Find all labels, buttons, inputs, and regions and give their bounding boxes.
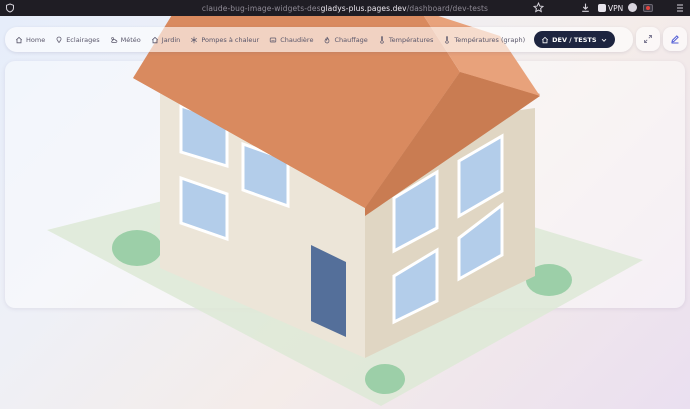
fullscreen-button[interactable] bbox=[636, 27, 660, 51]
bush bbox=[365, 364, 405, 394]
download-icon[interactable] bbox=[580, 2, 591, 13]
nav-label: Chauffage bbox=[334, 35, 368, 44]
nav-item-chaudiere[interactable]: Chaudière bbox=[264, 31, 318, 48]
nav-label: Températures bbox=[388, 35, 434, 44]
extension-badge-icon[interactable] bbox=[643, 4, 653, 12]
nav-label: Chaudière bbox=[280, 35, 314, 44]
boiler-icon bbox=[270, 37, 277, 42]
nav-item-meteo[interactable]: Météo bbox=[105, 31, 146, 48]
url-host: gladys-plus.pages.dev bbox=[320, 3, 407, 13]
cloud-sun-icon bbox=[110, 36, 117, 43]
nav-label: DEV / TESTS bbox=[552, 35, 597, 44]
thermometer-icon bbox=[445, 35, 450, 44]
edit-icon bbox=[671, 35, 679, 44]
nav-bar: Home Eclairages Météo Jardin Pompes à ch… bbox=[5, 27, 633, 52]
bush bbox=[112, 230, 162, 266]
edit-button[interactable] bbox=[663, 27, 687, 51]
menu-icon[interactable] bbox=[676, 3, 684, 13]
nav-item-dev-tests[interactable]: DEV / TESTS bbox=[534, 31, 615, 48]
nav-item-pompes[interactable]: Pompes à chaleur bbox=[185, 31, 264, 48]
chevron-down-icon bbox=[601, 38, 606, 42]
extension-icon[interactable] bbox=[628, 3, 637, 12]
home-icon bbox=[15, 36, 23, 43]
url-prefix: claude-bug-image-widgets-des bbox=[201, 3, 321, 13]
nav-label: Températures (graph) bbox=[454, 35, 526, 44]
nav-item-temperatures-graph[interactable]: Températures (graph) bbox=[438, 31, 530, 48]
nav-label: Jardin bbox=[161, 35, 181, 44]
nav-item-home[interactable]: Home bbox=[10, 31, 50, 48]
home-icon bbox=[151, 36, 158, 43]
dashboard-page: Home Eclairages Météo Jardin Pompes à ch… bbox=[0, 16, 690, 409]
thermometer-icon bbox=[380, 35, 384, 44]
nav-item-chauffage[interactable]: Chauffage bbox=[318, 31, 372, 48]
vpn-button[interactable]: VPN bbox=[598, 3, 623, 13]
flame-icon bbox=[325, 36, 330, 43]
home-icon bbox=[542, 36, 549, 43]
browser-toolbar: claude-bug-image-widgets-des gladys-plus.… bbox=[0, 0, 690, 16]
nav-label: Home bbox=[26, 35, 46, 44]
lightbulb-icon bbox=[56, 36, 62, 43]
url-path: /dashboard/dev-tests bbox=[406, 3, 489, 13]
nav-item-eclairages[interactable]: Eclairages bbox=[50, 31, 104, 48]
vpn-icon bbox=[598, 4, 606, 12]
expand-icon bbox=[644, 35, 652, 43]
nav-label: Eclairages bbox=[66, 35, 100, 44]
nav-item-temperatures[interactable]: Températures bbox=[373, 31, 439, 48]
snowflake-icon bbox=[191, 36, 198, 43]
nav-item-jardin[interactable]: Jardin bbox=[146, 31, 186, 48]
bookmark-star-icon[interactable] bbox=[533, 2, 544, 13]
nav-label: Pompes à chaleur bbox=[201, 35, 260, 44]
house-illustration bbox=[47, 16, 643, 406]
vpn-label: VPN bbox=[608, 3, 624, 13]
nav-label: Météo bbox=[120, 35, 141, 44]
